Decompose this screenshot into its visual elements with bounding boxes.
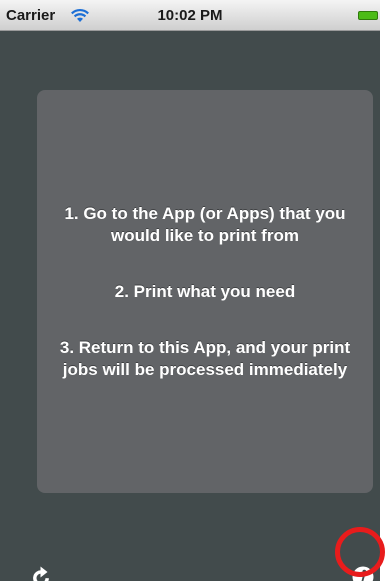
app-screen: Carrier 10:02 PM 1. Go to the App (or Ap… xyxy=(0,0,386,581)
instruction-step-1: 1. Go to the App (or Apps) that you woul… xyxy=(64,203,346,245)
instructions-card: 1. Go to the App (or Apps) that you woul… xyxy=(37,90,373,493)
main-view: 1. Go to the App (or Apps) that you woul… xyxy=(0,31,380,581)
refresh-icon xyxy=(33,566,49,581)
instruction-step-2: 2. Print what you need xyxy=(114,281,296,301)
refresh-button[interactable] xyxy=(22,557,62,581)
instruction-step-3: 3. Return to this App, and your print jo… xyxy=(59,337,351,379)
info-button[interactable] xyxy=(343,557,383,581)
info-icon xyxy=(352,566,374,581)
battery-icon xyxy=(358,11,378,20)
screenshot-edge xyxy=(380,0,386,581)
clock: 10:02 PM xyxy=(157,7,223,24)
status-bar: Carrier 10:02 PM xyxy=(0,0,380,31)
